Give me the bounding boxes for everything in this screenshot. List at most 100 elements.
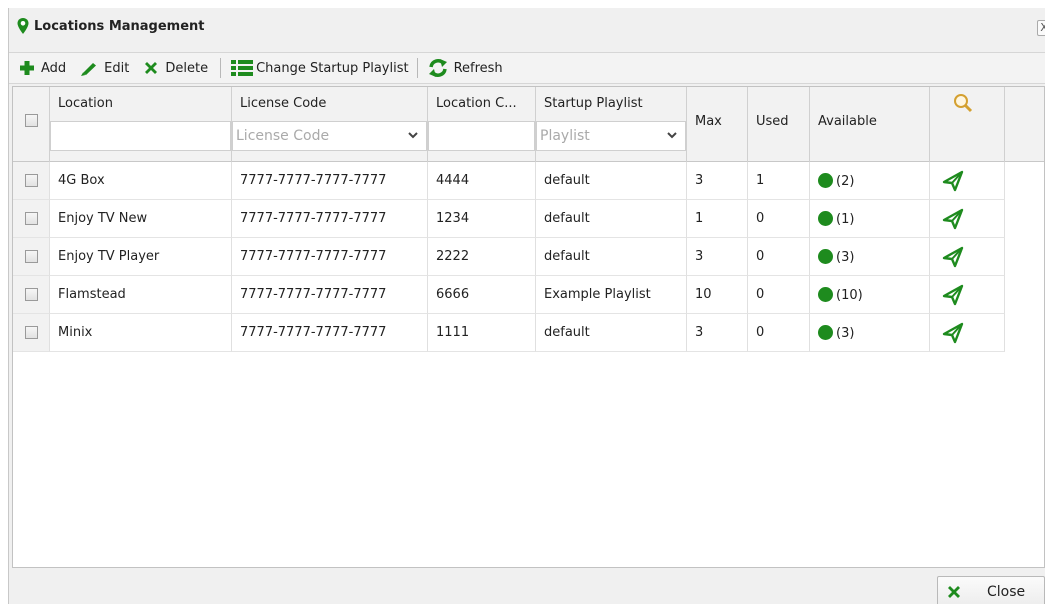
locations-management-window: Locations Management X Add Edit Delete C…: [8, 8, 1045, 604]
table-row[interactable]: Enjoy TV New 7777-7777-7777-7777 1234 defau…: [13, 200, 1044, 238]
add-button-label: Add: [41, 60, 67, 76]
cell-max: 1: [687, 200, 748, 238]
column-header-available[interactable]: Available: [818, 114, 877, 129]
cell-action: [930, 314, 1005, 352]
cell-license-code: 7777-7777-7777-7777: [232, 314, 428, 352]
window-title: Locations Management: [34, 18, 205, 34]
cell-available: (1): [810, 200, 930, 238]
cell-available: (3): [810, 238, 930, 276]
column-header-startup-playlist[interactable]: Startup Playlist: [544, 96, 643, 111]
cell-startup-playlist: Example Playlist: [536, 276, 687, 314]
cell-license-code: 7777-7777-7777-7777: [232, 162, 428, 200]
change-startup-playlist-button[interactable]: Change Startup Playlist: [227, 56, 413, 80]
locations-grid: Location License Code License Code Locat…: [12, 86, 1045, 568]
cell-used-text: 0: [756, 287, 765, 302]
refresh-icon: [428, 59, 447, 77]
status-dot-icon: [818, 249, 833, 264]
select-all-checkbox[interactable]: [25, 114, 38, 127]
title-bar: Locations Management X: [9, 8, 1045, 44]
cell-max-text: 1: [695, 211, 704, 226]
cell-max: 3: [687, 238, 748, 276]
table-row[interactable]: Minix 7777-7777-7777-7777 1111 default 3 0 (3): [13, 314, 1044, 352]
column-header-used[interactable]: Used: [756, 114, 789, 129]
table-row[interactable]: Enjoy TV Player 7777-7777-7777-7777 2222 de…: [13, 238, 1044, 276]
cell-license-code-text: 7777-7777-7777-7777: [240, 249, 387, 264]
available-count: (3): [836, 326, 855, 341]
cell-max-text: 10: [695, 287, 712, 302]
send-icon[interactable]: [942, 284, 964, 306]
cell-license-code-text: 7777-7777-7777-7777: [240, 287, 387, 302]
change-startup-playlist-label: Change Startup Playlist: [256, 60, 409, 76]
cell-max-text: 3: [695, 325, 704, 340]
search-icon[interactable]: [953, 93, 973, 113]
send-icon[interactable]: [942, 246, 964, 268]
cell-location-code: 1234: [428, 200, 536, 238]
location-filter-input[interactable]: [50, 121, 231, 151]
send-icon[interactable]: [942, 322, 964, 344]
chevron-down-icon: [408, 132, 418, 139]
pencil-icon: [81, 63, 97, 76]
row-checkbox[interactable]: [25, 212, 38, 225]
row-checkbox[interactable]: [25, 174, 38, 187]
row-select-cell: [13, 314, 50, 352]
delete-button[interactable]: Delete: [139, 56, 212, 80]
playlist-filter-dropdown[interactable]: Playlist: [536, 121, 686, 151]
cell-startup-playlist-text: default: [544, 325, 590, 340]
x-icon: [145, 62, 158, 74]
cell-license-code-text: 7777-7777-7777-7777: [240, 173, 387, 188]
column-header-license-code[interactable]: License Code: [240, 96, 326, 111]
cell-location-code-text: 6666: [436, 287, 470, 302]
header-used: Used: [748, 87, 810, 162]
cell-max-text: 3: [695, 173, 704, 188]
cell-used: 0: [748, 238, 810, 276]
close-button-label: Close: [987, 584, 1026, 600]
close-button[interactable]: Close: [937, 576, 1045, 604]
table-row[interactable]: Flamstead 7777-7777-7777-7777 6666 Example …: [13, 276, 1044, 314]
row-select-cell: [13, 162, 50, 200]
cell-max: 3: [687, 314, 748, 352]
cell-license-code: 7777-7777-7777-7777: [232, 200, 428, 238]
send-icon[interactable]: [942, 170, 964, 192]
cell-startup-playlist: default: [536, 238, 687, 276]
grid-header: Location License Code License Code Locat…: [13, 87, 1044, 162]
cell-location-code: 6666: [428, 276, 536, 314]
cell-license-code-text: 7777-7777-7777-7777: [240, 325, 387, 340]
edit-button[interactable]: Edit: [76, 56, 133, 80]
toolbar-separator: [416, 58, 418, 78]
refresh-button[interactable]: Refresh: [424, 56, 507, 80]
row-select-cell: [13, 276, 50, 314]
row-checkbox[interactable]: [25, 288, 38, 301]
license-code-filter-dropdown[interactable]: License Code: [232, 121, 427, 151]
cell-location-text: Enjoy TV Player: [58, 249, 160, 264]
edit-button-label: Edit: [104, 60, 130, 76]
header-location-code: Location C...: [428, 87, 536, 162]
plus-icon: [20, 61, 34, 75]
header-search: [930, 87, 1005, 162]
cell-used-text: 0: [756, 325, 765, 340]
cell-startup-playlist-text: default: [544, 249, 590, 264]
add-button[interactable]: Add: [15, 56, 70, 80]
cell-location-text: Enjoy TV New: [58, 211, 148, 226]
window-close-button[interactable]: X: [1037, 20, 1045, 36]
playlist-filter-placeholder: Playlist: [540, 128, 590, 144]
header-location: Location: [50, 87, 232, 162]
cell-available: (2): [810, 162, 930, 200]
cell-license-code-text: 7777-7777-7777-7777: [240, 211, 387, 226]
cell-location: Enjoy TV Player: [50, 238, 232, 276]
column-header-location-code[interactable]: Location C...: [436, 96, 517, 111]
cell-used-text: 0: [756, 211, 765, 226]
cell-used: 0: [748, 200, 810, 238]
cell-location-text: 4G Box: [58, 173, 105, 188]
row-checkbox[interactable]: [25, 250, 38, 263]
cell-startup-playlist: default: [536, 200, 687, 238]
table-row[interactable]: 4G Box 7777-7777-7777-7777 4444 default 3 1 (2…: [13, 162, 1044, 200]
chevron-down-icon: [667, 132, 677, 139]
row-checkbox[interactable]: [25, 326, 38, 339]
column-header-max[interactable]: Max: [695, 114, 722, 129]
map-pin-icon: [17, 18, 29, 34]
cell-license-code: 7777-7777-7777-7777: [232, 238, 428, 276]
list-icon: [231, 60, 254, 76]
location-code-filter-input[interactable]: [428, 121, 535, 151]
send-icon[interactable]: [942, 208, 964, 230]
column-header-location[interactable]: Location: [58, 96, 113, 111]
